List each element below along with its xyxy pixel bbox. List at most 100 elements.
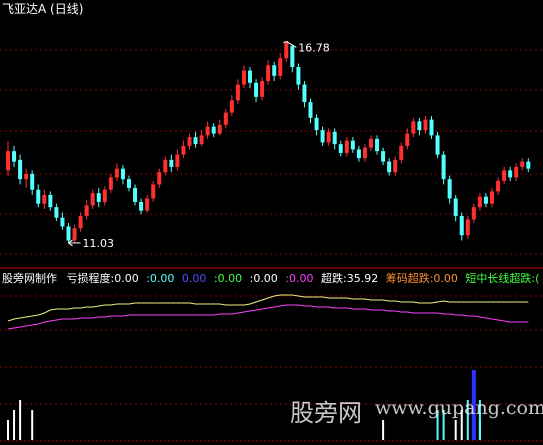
candle-body (120, 168, 125, 180)
candle-body (102, 189, 107, 202)
candle-body (229, 100, 234, 113)
low-price-label: 11.03 (83, 237, 115, 250)
candle-body (254, 82, 259, 97)
watermark-en: www.gupang.com (375, 397, 543, 419)
candle-body (66, 226, 71, 241)
value-3: 0.00 (181, 272, 207, 285)
chao-die-value: :35.92 (343, 272, 379, 285)
candle-body (290, 46, 295, 68)
candle-body (266, 65, 271, 82)
candle-body (526, 161, 531, 169)
candle-body (471, 207, 476, 220)
chart-title-bar: 飞亚达A (日线) (2, 2, 83, 16)
candle-body (169, 159, 174, 167)
value-5: :0.00 (249, 272, 278, 285)
period-label: (日线) (50, 2, 84, 16)
candle-body (375, 138, 380, 152)
candle-body (302, 84, 307, 103)
candle-body (187, 137, 192, 146)
candle-body (453, 198, 458, 216)
indicator-name: 股旁网制作 (2, 272, 57, 285)
chao-die-label: 超跌 (321, 272, 344, 285)
chart-canvas[interactable]: 16.78 11.03 (0, 0, 543, 445)
candle-body (496, 180, 501, 192)
grid-lines (0, 49, 543, 442)
candle-body (260, 81, 265, 97)
candle-body (96, 193, 101, 202)
candle-body (127, 179, 131, 188)
candle-body (308, 102, 313, 118)
candle-body (217, 124, 222, 134)
candle-body (199, 135, 204, 145)
candle-body (175, 154, 180, 167)
candle-body (78, 215, 83, 229)
candle-body (520, 161, 525, 167)
candle-body (133, 187, 138, 202)
chip-label: 筹码超跌 (385, 272, 430, 285)
candle-body (30, 173, 35, 190)
candle-body (296, 67, 301, 85)
watermark-cn: 股旁网 (290, 399, 362, 427)
candle-body (387, 161, 392, 173)
candle-body (465, 219, 470, 236)
candle-body (435, 135, 440, 155)
stock-name: 飞亚达A (2, 2, 47, 16)
candle-body (405, 133, 410, 146)
candle-body (145, 198, 150, 211)
candle-body (60, 217, 65, 227)
candlestick-series (6, 41, 531, 243)
candle-body (320, 130, 325, 143)
candle-body (12, 151, 17, 162)
candle-body (139, 201, 144, 211)
candle-body (84, 205, 89, 216)
candle-body (278, 58, 283, 76)
white-signal-bar (19, 400, 22, 440)
candle-body (314, 117, 319, 131)
candle-body (211, 126, 216, 134)
candle-body (429, 119, 434, 136)
candle-body (344, 140, 349, 153)
candle-body (205, 126, 210, 136)
stock-chart-window: 16.78 11.03 飞亚达A (日线) 股旁网制作 亏损程度:0.00 :0.… (0, 0, 543, 445)
indicator-lines (7, 294, 529, 330)
long-short-label: 短中长线超跌 (465, 272, 532, 285)
candle-body (235, 84, 240, 101)
value-2: :0.00 (146, 272, 175, 285)
candle-body (441, 154, 446, 180)
candle-body (423, 119, 428, 131)
candle-body (490, 191, 494, 204)
chip-value: :0.00 (429, 272, 458, 285)
loss-value: :0.00 (110, 272, 139, 285)
candle-body (181, 145, 186, 155)
candle-body (284, 41, 289, 59)
candle-body (369, 138, 373, 148)
indicator-header: 股旁网制作 亏损程度:0.00 :0.00 0.00 :0.00 :0.00 :… (2, 272, 539, 286)
candle-body (108, 177, 113, 190)
candle-body (157, 172, 162, 185)
price-annotations: 16.78 11.03 (68, 40, 330, 250)
candle-body (399, 145, 404, 160)
white-signal-bar (382, 420, 385, 440)
white-signal-bar (454, 420, 457, 440)
candle-body (163, 159, 168, 173)
candle-body (223, 112, 228, 125)
candle-body (90, 193, 95, 206)
magenta-indicator-line (7, 304, 529, 330)
candle-body (411, 121, 416, 134)
candle-body (356, 149, 361, 159)
candle-body (417, 121, 422, 131)
candle-body (381, 151, 386, 162)
candle-body (151, 184, 156, 199)
candle-body (326, 131, 331, 143)
candle-body (272, 65, 277, 76)
candle-body (114, 168, 119, 178)
high-price-label: 16.78 (298, 41, 330, 54)
candle-body (6, 151, 10, 171)
candle-body (350, 140, 355, 150)
candle-body (241, 70, 246, 85)
candle-body (514, 166, 519, 178)
candle-body (508, 170, 513, 178)
candle-body (18, 159, 23, 180)
candle-body (362, 147, 367, 159)
candle-body (483, 196, 488, 204)
